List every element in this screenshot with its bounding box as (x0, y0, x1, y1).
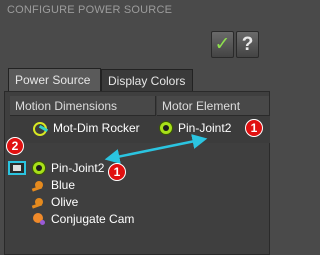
assignment-table: Motion Dimensions Motor Element Mot-Dim … (10, 96, 270, 143)
configure-power-source-dialog: CONFIGURE POWER SOURCE ✓ ? Display Color… (0, 0, 270, 255)
help-button[interactable]: ? (236, 31, 259, 58)
motion-dimension-label: Mot-Dim Rocker (53, 121, 140, 135)
link-icon (32, 178, 46, 192)
tab-power-source[interactable]: Power Source (8, 68, 101, 92)
tree-item-label: Conjugate Cam (51, 212, 135, 226)
tree-item-label: Pin-Joint2 (51, 161, 105, 175)
tree-item-label: Olive (51, 195, 79, 209)
checkmark-icon: ✓ (214, 34, 231, 55)
dialog-title: CONFIGURE POWER SOURCE (7, 4, 173, 16)
tab-display-colors[interactable]: Display Colors (101, 69, 193, 91)
pin-joint-icon (32, 161, 46, 175)
cam-icon (32, 212, 46, 226)
table-cell-motor-element[interactable]: Pin-Joint2 (159, 118, 231, 138)
tree-item-blue[interactable]: Blue (32, 177, 75, 193)
callout-badge-1: 1 (108, 163, 126, 181)
question-icon: ? (241, 33, 254, 55)
callout-badge-1: 1 (245, 119, 263, 137)
tree-item-pin-joint[interactable]: Pin-Joint2 (32, 160, 104, 176)
column-header-motion-dimensions[interactable]: Motion Dimensions (10, 96, 156, 116)
link-icon (32, 195, 46, 209)
motor-element-label: Pin-Joint2 (178, 121, 232, 135)
tree-item-conjugate-cam[interactable]: Conjugate Cam (32, 211, 134, 227)
tree-item-olive[interactable]: Olive (32, 194, 78, 210)
pin-joint-icon (159, 121, 173, 135)
rocker-icon (32, 121, 48, 136)
callout-badge-2: 2 (6, 137, 24, 155)
table-cell-motion-dimension[interactable]: Mot-Dim Rocker (32, 118, 140, 138)
ok-button[interactable]: ✓ (211, 31, 234, 58)
column-header-motor-element[interactable]: Motor Element (157, 96, 270, 116)
tree-expand-button[interactable] (8, 161, 26, 175)
tree-item-label: Blue (51, 178, 76, 192)
